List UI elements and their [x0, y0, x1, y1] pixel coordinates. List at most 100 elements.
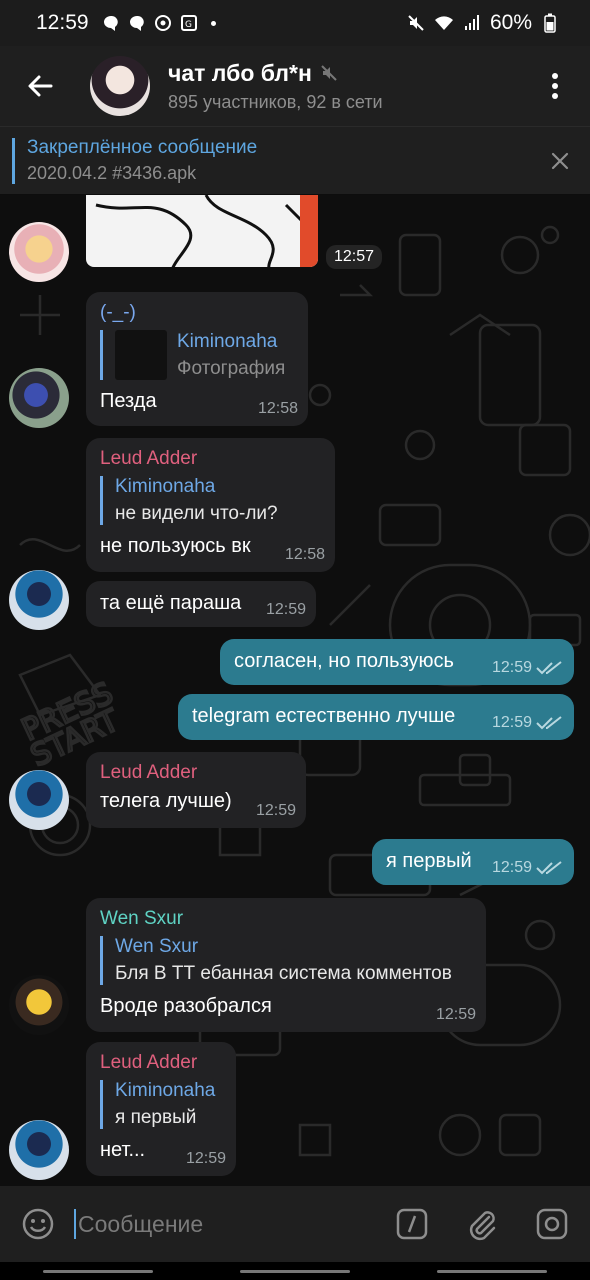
message-bubble[interactable]: (-_-) Kiminonaha Фотография Пезда 12:58 [86, 292, 308, 426]
message-meta: 12:58 [285, 546, 325, 564]
sender-name: Leud Adder [100, 762, 198, 783]
reply-sender: Wen Sxur [115, 936, 199, 957]
muted-icon [321, 65, 337, 81]
message-time: 12:58 [284, 546, 325, 563]
camera-button[interactable] [532, 1204, 572, 1244]
reply-preview[interactable]: Kiminonaha Фотография [100, 330, 294, 380]
message-text: Вроде разобрался [100, 995, 272, 1017]
double-check-icon [536, 861, 562, 875]
message-time: 12:59 [491, 714, 532, 731]
message-meta: 12:59 [266, 601, 306, 619]
message-meta: 12:58 [258, 400, 298, 418]
chat-notification-icon [101, 13, 121, 33]
emoji-button[interactable] [18, 1204, 58, 1244]
reply-preview[interactable]: Kiminonaha я первый [100, 1080, 222, 1129]
back-arrow-icon [28, 75, 53, 97]
sender-avatar[interactable] [9, 222, 69, 282]
translate-icon: G [179, 13, 199, 33]
reply-text: я первый [115, 1107, 197, 1128]
attach-button[interactable] [462, 1204, 502, 1244]
nav-home[interactable] [239, 1269, 350, 1273]
reply-preview[interactable]: Wen Sxur Бля В ТТ ебанная система коммен… [100, 936, 472, 985]
pinned-accent-bar [12, 137, 15, 184]
reply-sender: Kiminonaha [177, 330, 278, 352]
bot-command-icon [396, 1208, 428, 1240]
nav-recents[interactable] [43, 1269, 154, 1273]
message-time: 12:59 [491, 859, 532, 876]
sender-avatar[interactable] [9, 1120, 69, 1180]
chat-title-block[interactable]: чат лбо бл*н 895 участников, 92 в сети [168, 60, 520, 113]
more-vert-icon [552, 73, 558, 99]
attach-icon [469, 1211, 496, 1241]
double-check-icon [536, 661, 562, 675]
reply-text: Бля В ТТ ебанная система комментов [115, 963, 452, 984]
chat-title: чат лбо бл*н [168, 60, 520, 87]
message-meta: 12:59 [492, 859, 564, 877]
reply-sender: Kiminonaha [115, 476, 216, 497]
chat-notification-icon [127, 13, 147, 33]
more-menu-button[interactable] [520, 46, 590, 126]
message-time: 12:59 [265, 601, 306, 618]
status-time: 12:59 [36, 11, 89, 34]
dot-icon [210, 20, 216, 26]
whatsapp-icon [153, 13, 173, 33]
message-time: 12:59 [435, 1006, 476, 1023]
reply-preview[interactable]: Kiminonaha не видели что-ли? [100, 476, 321, 525]
message-time: 12:59 [491, 659, 532, 676]
message-bubble[interactable]: Leud Adder телега лучше) 12:59 [86, 752, 306, 828]
reply-thumbnail [115, 330, 167, 380]
status-bar: 12:59 G 60% [0, 0, 590, 46]
message-input-placeholder: Сообщение [78, 1210, 204, 1237]
message-meta: 12:59 [256, 802, 296, 820]
message-meta: 12:59 [436, 1006, 476, 1024]
message-meta: 12:59 [492, 659, 564, 677]
message-input[interactable]: Сообщение [74, 1204, 392, 1244]
signal-icon [462, 13, 482, 33]
message-meta: 12:59 [492, 714, 564, 732]
wifi-icon [434, 13, 454, 33]
message-composer: Сообщение [0, 1186, 590, 1262]
message-bubble[interactable]: та ещё параша 12:59 [86, 581, 316, 627]
camera-icon [536, 1208, 568, 1240]
message-bubble[interactable]: Wen Sxur Wen Sxur Бля В ТТ ебанная систе… [86, 898, 486, 1032]
pinned-close-button[interactable] [530, 131, 590, 191]
sender-name: Leud Adder [100, 448, 198, 469]
message-meta: 12:59 [186, 1150, 226, 1168]
message-bubble[interactable]: Leud Adder Kiminonaha я первый нет... 12… [86, 1042, 236, 1176]
mute-icon [406, 13, 426, 33]
pinned-message[interactable]: Закреплённое сообщение 2020.04.2 #3436.a… [0, 126, 590, 194]
sender-name: (-_-) [100, 302, 136, 323]
message-bubble[interactable]: Leud Adder Kiminonaha не видели что-ли? … [86, 438, 335, 572]
image-message[interactable] [86, 195, 318, 267]
svg-text:G: G [185, 20, 192, 30]
chat-header: чат лбо бл*н 895 участников, 92 в сети [0, 46, 590, 126]
message-time: 12:57 [326, 245, 383, 269]
pinned-title: Закреплённое сообщение [27, 137, 258, 158]
emoji-icon [22, 1208, 54, 1240]
nav-back[interactable] [436, 1269, 547, 1273]
chat-area[interactable]: PRESS START 12:57 (-_-) Kiminonaha Фотог… [0, 195, 590, 1186]
system-navigation-bar [0, 1262, 590, 1280]
sender-avatar[interactable] [9, 570, 69, 630]
message-bubble-outgoing[interactable]: я первый 12:59 [372, 839, 574, 885]
sender-avatar[interactable] [9, 975, 69, 1035]
sender-avatar[interactable] [9, 770, 69, 830]
message-time: 12:59 [185, 1150, 226, 1167]
battery-percent: 60% [489, 11, 532, 34]
message-bubble-outgoing[interactable]: согласен, но пользуюсь 12:59 [220, 639, 574, 685]
double-check-icon [536, 716, 562, 730]
chat-subtitle: 895 участников, 92 в сети [168, 91, 383, 112]
chat-title-text: чат лбо бл*н [168, 59, 312, 86]
pinned-text: 2020.04.2 #3436.apk [27, 163, 197, 183]
sender-avatar[interactable] [9, 368, 69, 428]
group-avatar[interactable] [90, 56, 150, 116]
message-time: 12:59 [255, 802, 296, 819]
message-bubble-outgoing[interactable]: telegram естественно лучше 12:59 [178, 694, 574, 740]
bot-command-button[interactable] [392, 1204, 432, 1244]
reply-sender: Kiminonaha [115, 1080, 216, 1101]
back-button[interactable] [0, 46, 80, 126]
text-caret [74, 1209, 76, 1239]
message-time: 12:58 [257, 400, 298, 417]
reply-text: Фотография [177, 357, 286, 379]
close-icon [551, 152, 569, 169]
